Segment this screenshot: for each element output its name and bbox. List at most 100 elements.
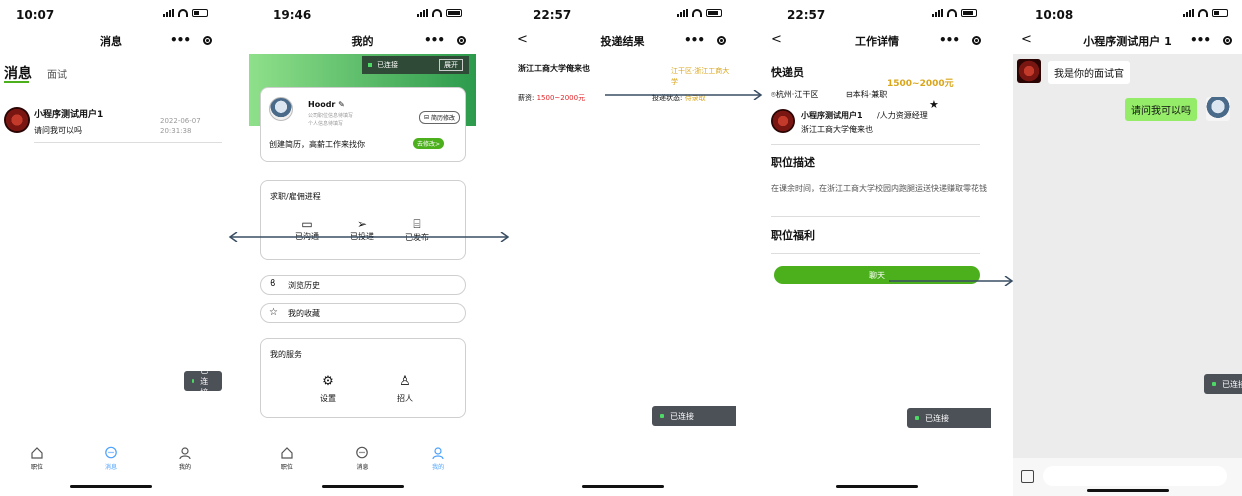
- go-edit-button[interactable]: 去修改>: [412, 138, 444, 149]
- wifi-icon: [692, 9, 702, 17]
- screen-chat: 10:08 < 小程序测试用户 1 ••• 我是你的面试官 请问我可以吗 已连接: [1013, 0, 1242, 496]
- company-name: 浙江工商大学俺来也: [518, 64, 590, 73]
- salary: 薪资: 1500~2000元: [518, 94, 586, 102]
- more-icon[interactable]: •••: [684, 33, 705, 47]
- history-label: 浏览历史: [288, 281, 320, 290]
- close-target-icon[interactable]: [972, 35, 981, 45]
- signal-icon: [163, 9, 174, 17]
- chat-icon: ▭: [301, 217, 313, 231]
- miniapp-capsule[interactable]: •••: [420, 30, 470, 50]
- right-arrow-icon: [889, 275, 1014, 287]
- close-target-icon[interactable]: [717, 35, 726, 45]
- divider: [771, 144, 980, 145]
- history-row[interactable]: ϐ 浏览历史: [260, 275, 466, 295]
- image-picker-icon[interactable]: [1021, 470, 1034, 483]
- status-bar: 10:08: [1013, 0, 1242, 30]
- status-bar: 19:46: [249, 0, 476, 30]
- toast-text: 已连接: [200, 365, 209, 397]
- resume-edit-button[interactable]: ⊟ 简历修改: [418, 111, 460, 124]
- divider: [771, 253, 980, 254]
- tab-interview[interactable]: 面试: [47, 66, 67, 81]
- tab-messages-bar[interactable]: 消息: [337, 446, 387, 472]
- service-recruit[interactable]: ♙ 招人: [390, 374, 420, 404]
- close-target-icon[interactable]: [457, 35, 466, 45]
- message-list-item[interactable]: 小程序测试用户1 请问我可以吗 2022-06-07 20:31:38: [0, 103, 222, 143]
- wifi-icon: [947, 9, 957, 17]
- job-description: 在课余时间，在浙江工商大学校园内跑腿运送快递赚取零花钱: [771, 184, 987, 193]
- user-avatar: [1206, 97, 1230, 121]
- flow-arrow-double: [227, 232, 511, 242]
- expand-button[interactable]: 展开: [439, 59, 463, 71]
- system-icons: [677, 9, 722, 17]
- close-target-icon[interactable]: [203, 35, 212, 45]
- tab-mine[interactable]: 我的: [160, 446, 210, 472]
- screen-messages: 10:07 消息 ••• 消息 面试 小程序测试用户1 请问我可以吗 2022-…: [0, 0, 222, 496]
- more-icon[interactable]: •••: [939, 33, 960, 47]
- system-icons: [932, 9, 977, 17]
- divider: [771, 216, 980, 217]
- tab-messages-bar[interactable]: 消息: [86, 446, 136, 472]
- home-indicator: [70, 485, 152, 488]
- tab-jobs[interactable]: 职位: [262, 446, 312, 472]
- chat-bubble-icon: [105, 446, 117, 459]
- battery-icon: [1212, 9, 1228, 17]
- close-target-icon[interactable]: [1223, 35, 1232, 45]
- edit-icon[interactable]: ✎: [338, 100, 345, 109]
- connection-toast: 已连接: [907, 408, 991, 428]
- progress-card: 求职/雇佣进程 ▭ 已沟通 ➢ 已投递 ⌸ 已发布: [260, 180, 466, 260]
- resume-prompt: 创建简历，高薪工作来找你: [269, 140, 365, 149]
- tab-label: 职位: [30, 464, 43, 471]
- right-arrow-icon: [605, 89, 763, 101]
- nav-bar: < 投递结果 •••: [509, 30, 736, 52]
- star-icon: ☆: [269, 307, 278, 318]
- nav-bar: 消息 •••: [0, 30, 222, 52]
- battery-icon: [706, 9, 722, 17]
- job-salary: 1500~2000元: [887, 79, 954, 89]
- favorites-label: 我的收藏: [288, 309, 320, 318]
- nav-bar: < 工作详情 •••: [763, 30, 991, 52]
- services-card: 我的服务 ⚙ 设置 ♙ 招人: [260, 338, 466, 418]
- flow-arrow-detail-to-chat: [889, 271, 1014, 287]
- toast-text: 已连接: [925, 413, 949, 423]
- more-icon[interactable]: •••: [424, 33, 445, 47]
- service-settings[interactable]: ⚙ 设置: [313, 374, 343, 404]
- miniapp-capsule[interactable]: •••: [166, 30, 216, 50]
- poster-role: /人力资源经理: [877, 111, 928, 120]
- tab-messages[interactable]: 消息: [4, 63, 32, 83]
- favorites-row[interactable]: ☆ 我的收藏: [260, 303, 466, 323]
- connected-dot-icon: [915, 416, 919, 420]
- signal-icon: [417, 9, 428, 17]
- footprint-icon: ϐ: [270, 279, 276, 289]
- home-indicator: [836, 485, 918, 488]
- avatar: [269, 97, 293, 121]
- status-time: 10:08: [1035, 8, 1074, 22]
- tab-mine[interactable]: 我的: [413, 446, 463, 472]
- connected-dot-icon: [1212, 382, 1216, 386]
- system-icons: [417, 9, 462, 17]
- favorite-star-icon[interactable]: ★: [929, 98, 939, 111]
- send-icon: ➢: [356, 217, 368, 231]
- system-icons: [163, 9, 208, 17]
- tab-jobs[interactable]: 职位: [12, 446, 62, 472]
- signal-icon: [677, 9, 688, 17]
- job-title: 快递员: [771, 66, 804, 79]
- tab-label: 职位: [280, 464, 293, 471]
- message-time: 20:31:38: [160, 127, 192, 135]
- message-input[interactable]: [1043, 466, 1227, 486]
- status-time: 19:46: [273, 8, 312, 22]
- tab-label: 消息: [104, 464, 117, 471]
- gear-icon: ⚙: [322, 374, 334, 389]
- miniapp-capsule[interactable]: •••: [1186, 30, 1236, 50]
- tab-label: 我的: [432, 464, 445, 471]
- more-icon[interactable]: •••: [170, 33, 191, 47]
- more-icon[interactable]: •••: [1190, 33, 1211, 47]
- home-indicator: [1086, 489, 1169, 492]
- miniapp-capsule[interactable]: •••: [935, 30, 985, 50]
- connected-dot-icon: [660, 414, 664, 418]
- miniapp-capsule[interactable]: •••: [680, 30, 730, 50]
- status-time: 22:57: [533, 8, 572, 22]
- battery-icon: [961, 9, 977, 17]
- status-time: 22:57: [787, 8, 826, 22]
- connected-banner: 已连接 展开: [362, 56, 469, 74]
- status-bar: 22:57: [509, 0, 736, 30]
